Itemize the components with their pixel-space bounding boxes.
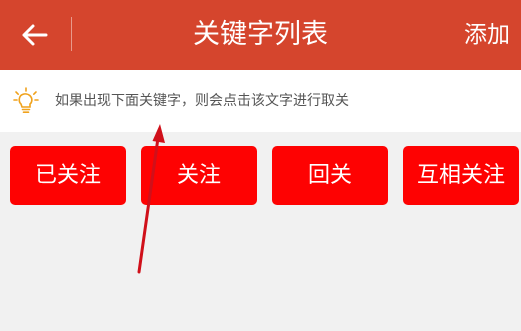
tip-text: 如果出现下面关键字，则会点击该文字进行取关	[55, 93, 349, 109]
keyword-button-follow[interactable]: 关注	[141, 146, 257, 205]
keyword-button-followed[interactable]: 已关注	[10, 146, 126, 205]
add-keyword-button[interactable]: 添加	[464, 0, 521, 70]
page-title: 关键字列表	[193, 19, 328, 50]
back-button[interactable]	[14, 15, 54, 55]
tip-banner: 如果出现下面关键字，则会点击该文字进行取关	[0, 70, 521, 132]
keyword-list: 已关注 关注 回关 互相关注	[0, 146, 521, 206]
keyword-button-follow-back[interactable]: 回关	[272, 146, 388, 205]
arrow-left-icon	[22, 24, 48, 46]
lightbulb-icon	[13, 87, 39, 114]
top-app-bar: 关键字列表 添加	[0, 0, 521, 70]
keyword-button-mutual-follow[interactable]: 互相关注	[403, 146, 519, 205]
header-divider	[71, 17, 72, 51]
